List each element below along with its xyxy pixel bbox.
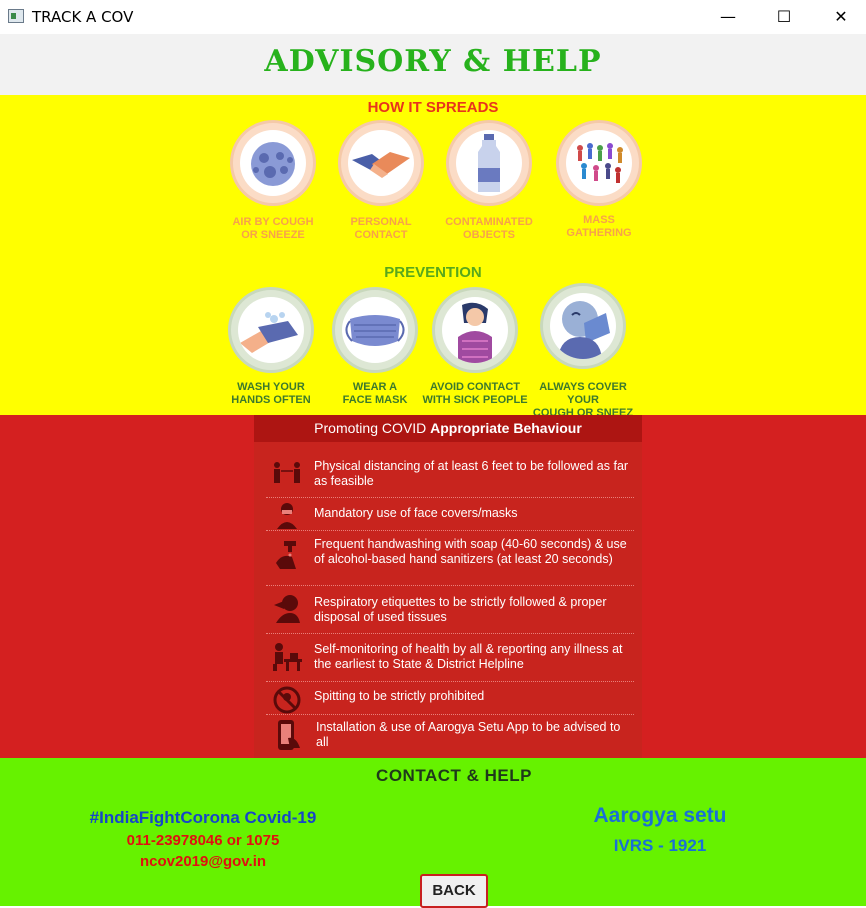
behaviour-text: Installation & use of Aarogya Setu App t… — [316, 720, 621, 749]
prevention-label-line1: ALWAYS COVER YOUR — [539, 381, 627, 406]
prevention-item-avoid: AVOID CONTACT WITH SICK PEOPLE — [420, 287, 530, 407]
hand-wash-icon — [240, 312, 298, 353]
prevention-label-line2: WITH SICK PEOPLE — [422, 394, 528, 406]
page-title: ADVISORY & HELP — [264, 44, 602, 79]
helpline-phone: 011-23978046 or 1075 — [126, 832, 280, 849]
maximize-button[interactable]: ☐ — [761, 0, 807, 34]
window-titlebar: TRACK A COV — ☐ ✕ — [0, 0, 866, 34]
spread-label-line1: CONTAMINATED — [445, 216, 533, 228]
window-title: TRACK A COV — [32, 8, 134, 26]
prevention-item-cover: ALWAYS COVER YOUR COUGH OR SNEEZ — [528, 283, 638, 420]
app-block: Aarogya setu IVRS - 1921 — [560, 804, 760, 856]
bottle-icon — [478, 134, 500, 192]
prevention-label-line1: WEAR A — [352, 381, 398, 393]
close-button[interactable]: ✕ — [818, 0, 864, 34]
contact-section: CONTACT & HELP #IndiaFightCorona Covid-1… — [0, 758, 866, 908]
self-monitor-icon — [270, 639, 304, 673]
how-it-spreads-title: HOW IT SPREADS — [367, 99, 499, 116]
prevention-label-line1: WASH YOUR — [237, 381, 305, 393]
mask-person-icon — [270, 499, 304, 533]
spread-label-line1: MASS — [583, 214, 615, 226]
behaviour-text: Spitting to be strictly prohibited — [314, 689, 485, 703]
behaviour-title: Promoting COVID Appropriate Behaviour — [254, 415, 642, 442]
prevention-title: PREVENTION — [384, 264, 482, 281]
prevention-label-line2: HANDS OFTEN — [231, 394, 311, 406]
divider — [266, 585, 634, 586]
ivrs-number: IVRS - 1921 — [613, 836, 707, 855]
spread-item-contact: PERSONAL CONTACT — [326, 120, 436, 242]
contact-title: CONTACT & HELP — [376, 766, 532, 785]
crowd-icon — [577, 143, 623, 183]
cover-cough-icon — [558, 301, 610, 359]
spread-label-line1: PERSONAL — [350, 216, 412, 228]
divider — [266, 497, 634, 498]
behaviour-text: Respiratory etiquettes to be strictly fo… — [314, 595, 607, 624]
back-button[interactable]: BACK — [420, 874, 488, 908]
hashtag-text: #IndiaFightCorona Covid-19 — [89, 808, 317, 827]
phone-app-icon — [270, 718, 304, 752]
prevention-item-wash: WASH YOUR HANDS OFTEN — [216, 287, 326, 407]
spread-label-line2: CONTACT — [354, 229, 408, 241]
app-icon — [8, 9, 24, 23]
spread-item-gathering: MASS GATHERING — [544, 120, 654, 240]
behaviour-panel: Promoting COVID Appropriate Behaviour Ph… — [254, 415, 642, 758]
behaviour-section: Promoting COVID Appropriate Behaviour Ph… — [0, 415, 866, 758]
infographic-panel: HOW IT SPREADS AIR BY COUGH OR SNEEZE PER… — [0, 95, 866, 419]
face-mask-icon — [345, 315, 405, 346]
minimize-button[interactable]: — — [705, 0, 751, 34]
no-spitting-icon — [270, 683, 304, 717]
behaviour-title-bold: Appropriate Behaviour — [430, 420, 582, 436]
tap-icon — [270, 539, 304, 573]
handshake-icon — [352, 152, 410, 178]
behaviour-text: Physical distancing of at least 6 feet t… — [314, 459, 629, 488]
spread-label-line2: OBJECTS — [463, 229, 515, 241]
behaviour-text: Frequent handwashing with soap (40-60 se… — [314, 537, 627, 566]
behaviour-title-plain: Promoting COVID — [314, 420, 431, 436]
prevention-item-mask: WEAR A FACE MASK — [320, 287, 430, 407]
behaviour-text: Self-monitoring of health by all & repor… — [314, 642, 623, 671]
sick-person-icon — [458, 302, 492, 363]
distancing-icon — [270, 457, 304, 491]
virus-icon — [251, 142, 295, 186]
prevention-label-line2: FACE MASK — [342, 394, 408, 406]
spread-label-line2: GATHERING — [566, 227, 632, 239]
divider — [266, 681, 634, 682]
spread-item-air: AIR BY COUGH OR SNEEZE — [218, 120, 328, 242]
behaviour-text: Mandatory use of face covers/masks — [314, 506, 518, 520]
app-name: Aarogya setu — [593, 804, 727, 827]
helpline-block: #IndiaFightCorona Covid-19 011-23978046 … — [60, 808, 346, 870]
sneeze-icon — [270, 591, 304, 625]
spread-label-line1: AIR BY COUGH — [232, 216, 314, 228]
spread-label-line2: OR SNEEZE — [241, 229, 305, 241]
prevention-label-line1: AVOID CONTACT — [429, 381, 521, 393]
divider — [266, 633, 634, 634]
divider — [266, 714, 634, 715]
divider — [266, 530, 634, 531]
page-header: ADVISORY & HELP — [0, 34, 866, 95]
spread-item-objects: CONTAMINATED OBJECTS — [434, 120, 544, 242]
helpline-email: ncov2019@gov.in — [139, 853, 267, 870]
